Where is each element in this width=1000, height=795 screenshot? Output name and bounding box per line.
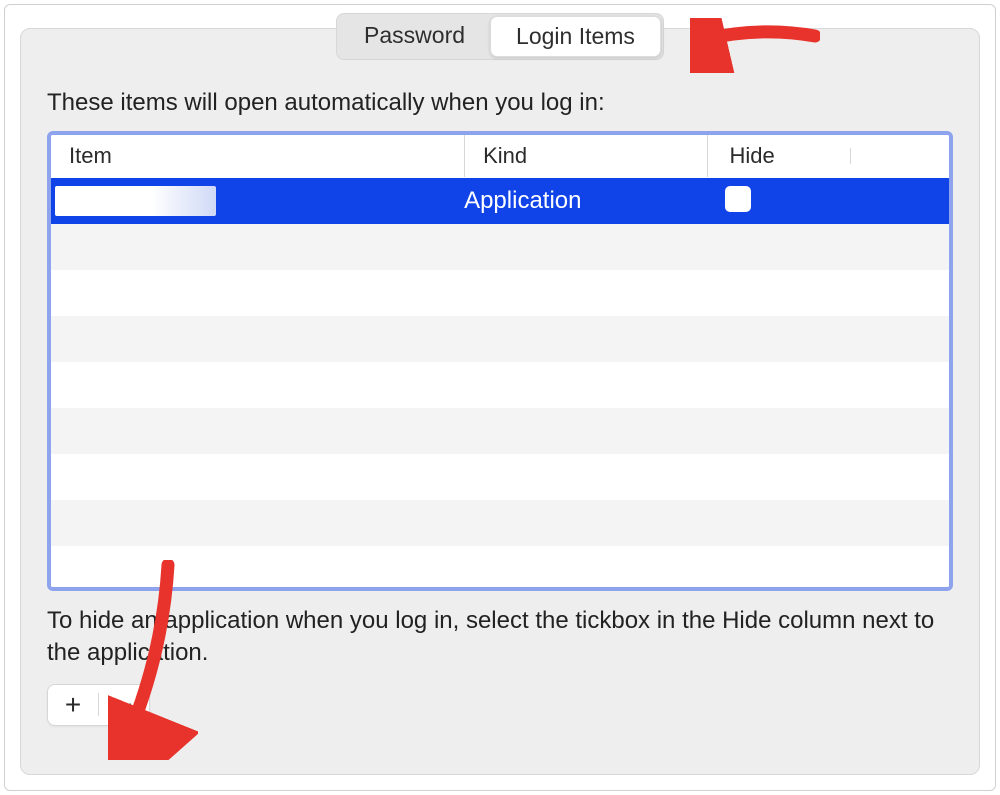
plus-icon: + (65, 689, 81, 721)
table-row-empty (51, 316, 949, 362)
remove-button[interactable]: − (99, 685, 149, 725)
column-header-hide[interactable]: Hide (707, 135, 851, 177)
cell-item (51, 178, 464, 224)
tab-password[interactable]: Password (339, 16, 490, 57)
table-row[interactable]: Application (51, 178, 949, 224)
table-row-empty (51, 362, 949, 408)
cell-kind: Application (464, 187, 706, 215)
minus-icon: − (116, 689, 132, 721)
table-row-empty (51, 454, 949, 500)
panel-content: These items will open automatically when… (21, 29, 979, 746)
login-items-table: Item Kind Hide Application (47, 131, 953, 591)
add-button[interactable]: + (48, 685, 98, 725)
hide-checkbox[interactable] (725, 186, 751, 212)
table-row-empty (51, 500, 949, 546)
table-row-empty (51, 546, 949, 591)
heading-text: These items will open automatically when… (47, 89, 953, 117)
table-header: Item Kind Hide (51, 135, 949, 178)
table-row-empty (51, 270, 949, 316)
cell-hide (707, 186, 851, 217)
footer-hint: To hide an application when you log in, … (47, 605, 953, 670)
table-body: Application (51, 178, 949, 591)
add-remove-group: + − (47, 684, 150, 726)
tab-bar: Password Login Items (336, 13, 664, 60)
tab-login-items[interactable]: Login Items (490, 16, 661, 57)
column-header-item[interactable]: Item (51, 135, 464, 177)
column-header-kind[interactable]: Kind (464, 135, 706, 177)
table-row-empty (51, 224, 949, 270)
login-items-panel: Password Login Items These items will op… (20, 28, 980, 775)
table-row-empty (51, 408, 949, 454)
column-header-blank (850, 148, 949, 164)
item-name-redacted (55, 186, 216, 216)
